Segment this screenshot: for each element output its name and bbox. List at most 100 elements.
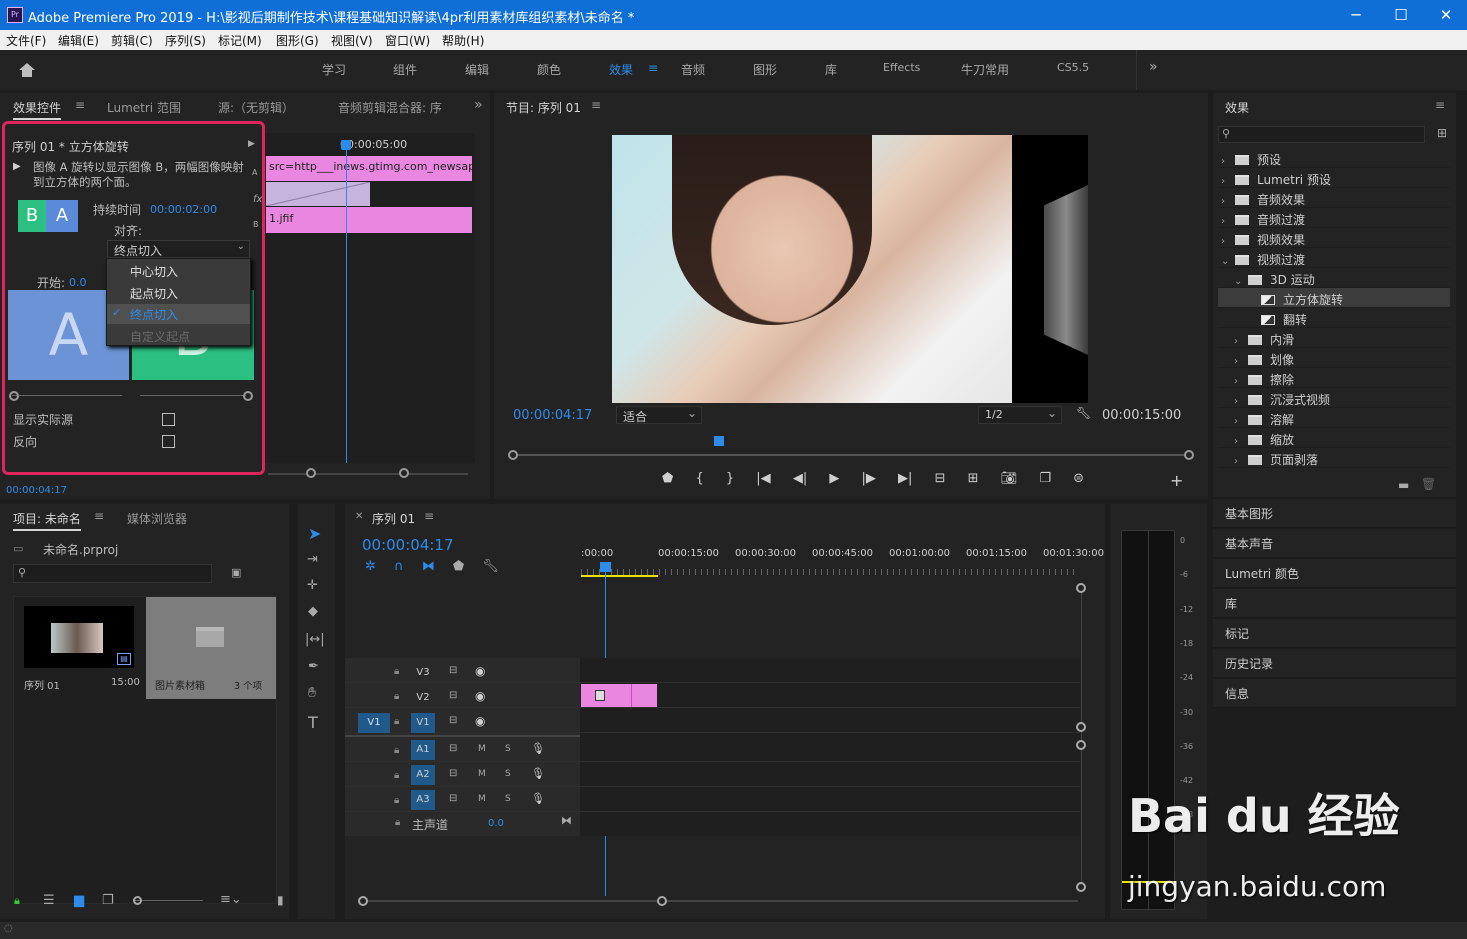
ws-audio[interactable]: 音频	[681, 61, 705, 78]
tab-project[interactable]: 项目: 未命名	[13, 510, 81, 531]
tab-source[interactable]: 源:（无剪辑）	[218, 99, 294, 116]
linked-selection-icon[interactable]: ⧓	[422, 559, 435, 574]
step-forward-icon[interactable]: |▶	[862, 471, 876, 486]
track-lock-icon[interactable]: 🔒︎	[394, 691, 399, 702]
effects-item[interactable]: › 页面剥落	[1234, 451, 1318, 468]
project-menu-icon[interactable]: ≡	[94, 509, 104, 523]
panel-essential-graphics[interactable]: 基本图形	[1213, 499, 1456, 528]
show-actual-checkbox[interactable]	[162, 413, 175, 426]
menu-help[interactable]: 帮助(H)	[442, 32, 484, 49]
pen-tool-icon[interactable]: ✒	[308, 659, 319, 674]
effects-search[interactable]: ⚲	[1218, 126, 1425, 143]
chevron-icon[interactable]: ›	[1234, 356, 1248, 367]
transition-clip[interactable]	[265, 181, 371, 207]
chevron-icon[interactable]: ›	[1234, 396, 1248, 407]
trash-icon[interactable]: 🗑︎	[1421, 477, 1436, 491]
tab-lumetri-scopes[interactable]: Lumetri 范围	[107, 99, 181, 116]
sync-lock-icon[interactable]: ⊟	[449, 690, 457, 701]
master-value[interactable]: 0.0	[488, 818, 504, 829]
clip-a[interactable]: src=http___inews.gtimg.com_newsapp_r	[266, 156, 472, 181]
effects-item[interactable]: › 内滑	[1234, 331, 1294, 348]
effects-item[interactable]: › 擦除	[1234, 371, 1294, 388]
effects-item[interactable]: › 缩放	[1234, 431, 1294, 448]
effects-item[interactable]: 立方体旋转	[1247, 291, 1343, 308]
mute-button[interactable]: M	[478, 744, 486, 754]
panel-lumetri-color[interactable]: Lumetri 颜色	[1213, 559, 1456, 588]
option-start[interactable]: 起点切入	[130, 285, 178, 302]
chevron-icon[interactable]: ›	[1234, 416, 1248, 427]
sync-lock-icon[interactable]: ⊟	[449, 768, 457, 779]
tab-effect-controls[interactable]: 效果控件	[13, 99, 62, 120]
tab-program[interactable]: 节目: 序列 01	[506, 99, 581, 116]
more-tabs-icon[interactable]: »	[474, 97, 483, 113]
track-lock-icon[interactable]: 🔒︎	[394, 666, 399, 677]
panel-markers[interactable]: 标记	[1213, 619, 1456, 648]
v1-source-target[interactable]: V1	[358, 713, 390, 733]
compare-icon[interactable]: ❐	[1039, 471, 1051, 486]
tab-media-browser[interactable]: 媒体浏览器	[127, 510, 187, 527]
effects-item[interactable]: › 划像	[1234, 351, 1294, 368]
track-lock-icon[interactable]: 🔒︎	[394, 795, 399, 806]
transition-preview-thumb[interactable]: B A	[18, 200, 78, 232]
track-lock-icon[interactable]: 🔒︎	[394, 745, 399, 756]
sort-icon[interactable]: ≡⌄	[220, 892, 242, 907]
effects-item[interactable]: ⌄ 视频过渡	[1221, 251, 1305, 268]
ws-graphics[interactable]: 图形	[753, 61, 777, 78]
step-back-icon[interactable]: ◀|	[793, 471, 807, 486]
extract-icon[interactable]: ⊞	[968, 471, 979, 486]
panel-history[interactable]: 历史记录	[1213, 649, 1456, 678]
effects-item[interactable]: 翻转	[1247, 311, 1307, 328]
marker-icon[interactable]: ⬟	[662, 471, 673, 486]
track-lock-icon[interactable]: 🔒︎	[394, 770, 399, 781]
eye-icon[interactable]: ◉	[475, 689, 485, 703]
ec-zoom-bar[interactable]	[268, 473, 468, 475]
align-select[interactable]: 终点切入 ⌄	[107, 240, 250, 258]
menu-graphics[interactable]: 图形(G)	[276, 32, 319, 49]
lock-icon[interactable]: 🔒︎	[14, 894, 20, 908]
wrench-icon[interactable]: 🔧︎	[1076, 406, 1091, 420]
effects-item[interactable]: › Lumetri 预设	[1221, 171, 1331, 188]
option-end[interactable]: 终点切入	[130, 306, 178, 323]
program-scrubber[interactable]	[512, 454, 1188, 456]
panel-info[interactable]: 信息	[1213, 679, 1456, 708]
vr-icon[interactable]: ⊜	[1073, 471, 1084, 486]
track-label[interactable]: V3	[411, 663, 435, 683]
camera-icon[interactable]: 📷︎	[1001, 471, 1018, 486]
microphone-icon[interactable]: 🎙︎	[531, 742, 545, 755]
effects-item[interactable]: › 视频效果	[1221, 231, 1305, 248]
menu-window[interactable]: 窗口(W)	[385, 32, 430, 49]
ec-playhead[interactable]	[346, 141, 347, 463]
program-menu-icon[interactable]: ≡	[591, 98, 601, 112]
resolution-select[interactable]: 1/2 ⌄	[978, 406, 1062, 424]
program-playhead[interactable]	[714, 436, 724, 446]
menu-clip[interactable]: 剪辑(C)	[111, 32, 153, 49]
effects-item[interactable]: › 预设	[1221, 151, 1281, 168]
maximize-button[interactable]: ☐	[1386, 4, 1416, 26]
mute-button[interactable]: M	[478, 769, 486, 779]
chevron-icon[interactable]: ⌄	[1221, 256, 1235, 267]
chevron-icon[interactable]: ›	[1234, 456, 1248, 467]
track-lock-icon[interactable]: 🔒︎	[394, 716, 399, 727]
home-icon[interactable]	[18, 62, 36, 78]
go-to-end-icon[interactable]: ⧓	[561, 814, 572, 827]
ws-libraries[interactable]: 库	[825, 61, 837, 78]
microphone-icon[interactable]: 🎙︎	[531, 767, 545, 780]
close-button[interactable]: ✕	[1431, 4, 1461, 26]
list-view-icon[interactable]: ☰	[43, 893, 55, 908]
tab-menu-icon[interactable]: ≡	[75, 98, 85, 112]
chevron-icon[interactable]: ›	[1221, 196, 1235, 207]
work-area-bar[interactable]	[581, 575, 658, 577]
nest-icon[interactable]: ✲	[365, 559, 376, 574]
close-tab-icon[interactable]: ✕	[355, 511, 363, 522]
duration-value[interactable]: 00:00:02:00	[150, 203, 217, 216]
chevron-icon[interactable]: ›	[1221, 156, 1235, 167]
chevron-icon[interactable]: ›	[1221, 216, 1235, 227]
go-to-in-icon[interactable]: |◀	[756, 471, 770, 486]
timeline-scroll[interactable]	[363, 900, 1078, 902]
effects-item[interactable]: › 音频过渡	[1221, 211, 1305, 228]
microphone-icon[interactable]: 🎙︎	[531, 792, 545, 805]
eye-icon[interactable]: ◉	[475, 714, 485, 728]
solo-button[interactable]: S	[505, 744, 511, 754]
effects-item[interactable]: › 音频效果	[1221, 191, 1305, 208]
menu-marker[interactable]: 标记(M)	[218, 32, 262, 49]
